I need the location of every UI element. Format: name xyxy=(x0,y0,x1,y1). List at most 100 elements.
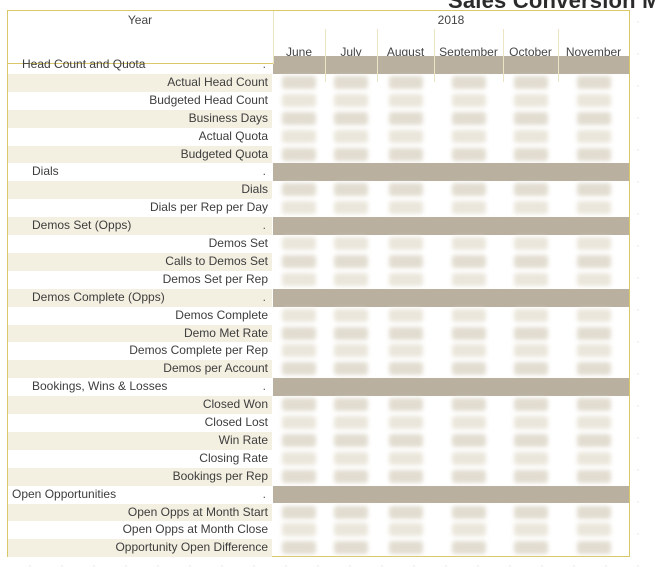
blurred-value-cell[interactable] xyxy=(576,129,611,143)
blurred-value-cell[interactable] xyxy=(513,541,548,555)
blurred-value-cell[interactable] xyxy=(334,362,368,376)
blurred-value-cell[interactable] xyxy=(513,344,548,358)
blurred-value-cell[interactable] xyxy=(451,326,486,340)
row-group-header[interactable]: Head Count and Quota. xyxy=(8,56,629,74)
blurred-value-cell[interactable] xyxy=(451,93,486,107)
blurred-value-cell[interactable] xyxy=(451,147,486,161)
row-group-header[interactable]: Demos Complete (Opps). xyxy=(8,288,629,307)
blurred-value-cell[interactable] xyxy=(388,541,423,555)
blurred-value-cell[interactable] xyxy=(451,254,486,268)
blurred-value-cell[interactable] xyxy=(451,129,486,143)
blurred-value-cell[interactable] xyxy=(451,308,486,322)
blurred-value-cell[interactable] xyxy=(282,398,316,412)
blurred-value-cell[interactable] xyxy=(388,183,423,197)
blurred-value-cell[interactable] xyxy=(388,75,423,89)
blurred-value-cell[interactable] xyxy=(451,505,486,519)
blurred-value-cell[interactable] xyxy=(576,201,611,215)
blurred-value-cell[interactable] xyxy=(334,129,368,143)
blurred-value-cell[interactable] xyxy=(576,398,611,412)
blurred-value-cell[interactable] xyxy=(513,254,548,268)
blurred-value-cell[interactable] xyxy=(576,237,611,250)
blurred-value-cell[interactable] xyxy=(282,326,316,340)
blurred-value-cell[interactable] xyxy=(513,433,548,447)
blurred-value-cell[interactable] xyxy=(451,398,486,412)
blurred-value-cell[interactable] xyxy=(334,308,368,322)
blurred-value-cell[interactable] xyxy=(451,416,486,429)
blurred-value-cell[interactable] xyxy=(576,272,611,286)
blurred-value-cell[interactable] xyxy=(576,111,611,125)
blurred-value-cell[interactable] xyxy=(334,254,368,268)
blurred-value-cell[interactable] xyxy=(334,541,368,555)
blurred-value-cell[interactable] xyxy=(576,469,611,483)
row-group-header[interactable]: Dials. xyxy=(8,163,629,182)
row-group-header[interactable]: Open Opportunities. xyxy=(8,485,629,504)
blurred-value-cell[interactable] xyxy=(576,451,611,465)
blurred-value-cell[interactable] xyxy=(334,523,368,537)
blurred-value-cell[interactable] xyxy=(334,75,368,89)
blurred-value-cell[interactable] xyxy=(576,93,611,107)
blurred-value-cell[interactable] xyxy=(334,344,368,358)
blurred-value-cell[interactable] xyxy=(451,362,486,376)
blurred-value-cell[interactable] xyxy=(451,111,486,125)
blurred-value-cell[interactable] xyxy=(282,469,316,483)
blurred-value-cell[interactable] xyxy=(576,326,611,340)
blurred-value-cell[interactable] xyxy=(334,147,368,161)
blurred-value-cell[interactable] xyxy=(388,111,423,125)
blurred-value-cell[interactable] xyxy=(513,75,548,89)
blurred-value-cell[interactable] xyxy=(513,201,548,215)
blurred-value-cell[interactable] xyxy=(334,433,368,447)
blurred-value-cell[interactable] xyxy=(282,344,316,358)
column-header-year[interactable]: 2018 xyxy=(273,11,629,29)
blurred-value-cell[interactable] xyxy=(282,433,316,447)
blurred-value-cell[interactable] xyxy=(451,451,486,465)
blurred-value-cell[interactable] xyxy=(282,541,316,555)
blurred-value-cell[interactable] xyxy=(513,362,548,376)
blurred-value-cell[interactable] xyxy=(388,451,423,465)
blurred-value-cell[interactable] xyxy=(388,147,423,161)
blurred-value-cell[interactable] xyxy=(282,183,316,197)
blurred-value-cell[interactable] xyxy=(451,272,486,286)
matrix-visual[interactable]: Year 2018 June July August September October… xyxy=(7,10,630,558)
blurred-value-cell[interactable] xyxy=(576,344,611,358)
blurred-value-cell[interactable] xyxy=(388,129,423,143)
blurred-value-cell[interactable] xyxy=(513,237,548,250)
blurred-value-cell[interactable] xyxy=(282,147,316,161)
blurred-value-cell[interactable] xyxy=(282,93,316,107)
blurred-value-cell[interactable] xyxy=(282,523,316,537)
blurred-value-cell[interactable] xyxy=(451,433,486,447)
blurred-value-cell[interactable] xyxy=(576,505,611,519)
blurred-value-cell[interactable] xyxy=(282,129,316,143)
blurred-value-cell[interactable] xyxy=(576,308,611,322)
blurred-value-cell[interactable] xyxy=(513,505,548,519)
blurred-value-cell[interactable] xyxy=(334,505,368,519)
blurred-value-cell[interactable] xyxy=(451,201,486,215)
blurred-value-cell[interactable] xyxy=(513,469,548,483)
blurred-value-cell[interactable] xyxy=(388,398,423,412)
blurred-value-cell[interactable] xyxy=(334,272,368,286)
blurred-value-cell[interactable] xyxy=(451,237,486,250)
blurred-value-cell[interactable] xyxy=(451,183,486,197)
blurred-value-cell[interactable] xyxy=(513,272,548,286)
blurred-value-cell[interactable] xyxy=(282,451,316,465)
blurred-value-cell[interactable] xyxy=(388,469,423,483)
blurred-value-cell[interactable] xyxy=(513,451,548,465)
blurred-value-cell[interactable] xyxy=(388,326,423,340)
blurred-value-cell[interactable] xyxy=(388,523,423,537)
blurred-value-cell[interactable] xyxy=(388,308,423,322)
blurred-value-cell[interactable] xyxy=(334,201,368,215)
row-group-header[interactable]: Bookings, Wins & Losses. xyxy=(8,378,629,397)
blurred-value-cell[interactable] xyxy=(513,147,548,161)
blurred-value-cell[interactable] xyxy=(451,469,486,483)
blurred-value-cell[interactable] xyxy=(334,183,368,197)
blurred-value-cell[interactable] xyxy=(388,237,423,250)
blurred-value-cell[interactable] xyxy=(334,398,368,412)
blurred-value-cell[interactable] xyxy=(334,469,368,483)
blurred-value-cell[interactable] xyxy=(576,254,611,268)
blurred-value-cell[interactable] xyxy=(334,111,368,125)
blurred-value-cell[interactable] xyxy=(334,451,368,465)
blurred-value-cell[interactable] xyxy=(388,93,423,107)
blurred-value-cell[interactable] xyxy=(513,111,548,125)
blurred-value-cell[interactable] xyxy=(513,183,548,197)
blurred-value-cell[interactable] xyxy=(513,129,548,143)
blurred-value-cell[interactable] xyxy=(576,433,611,447)
